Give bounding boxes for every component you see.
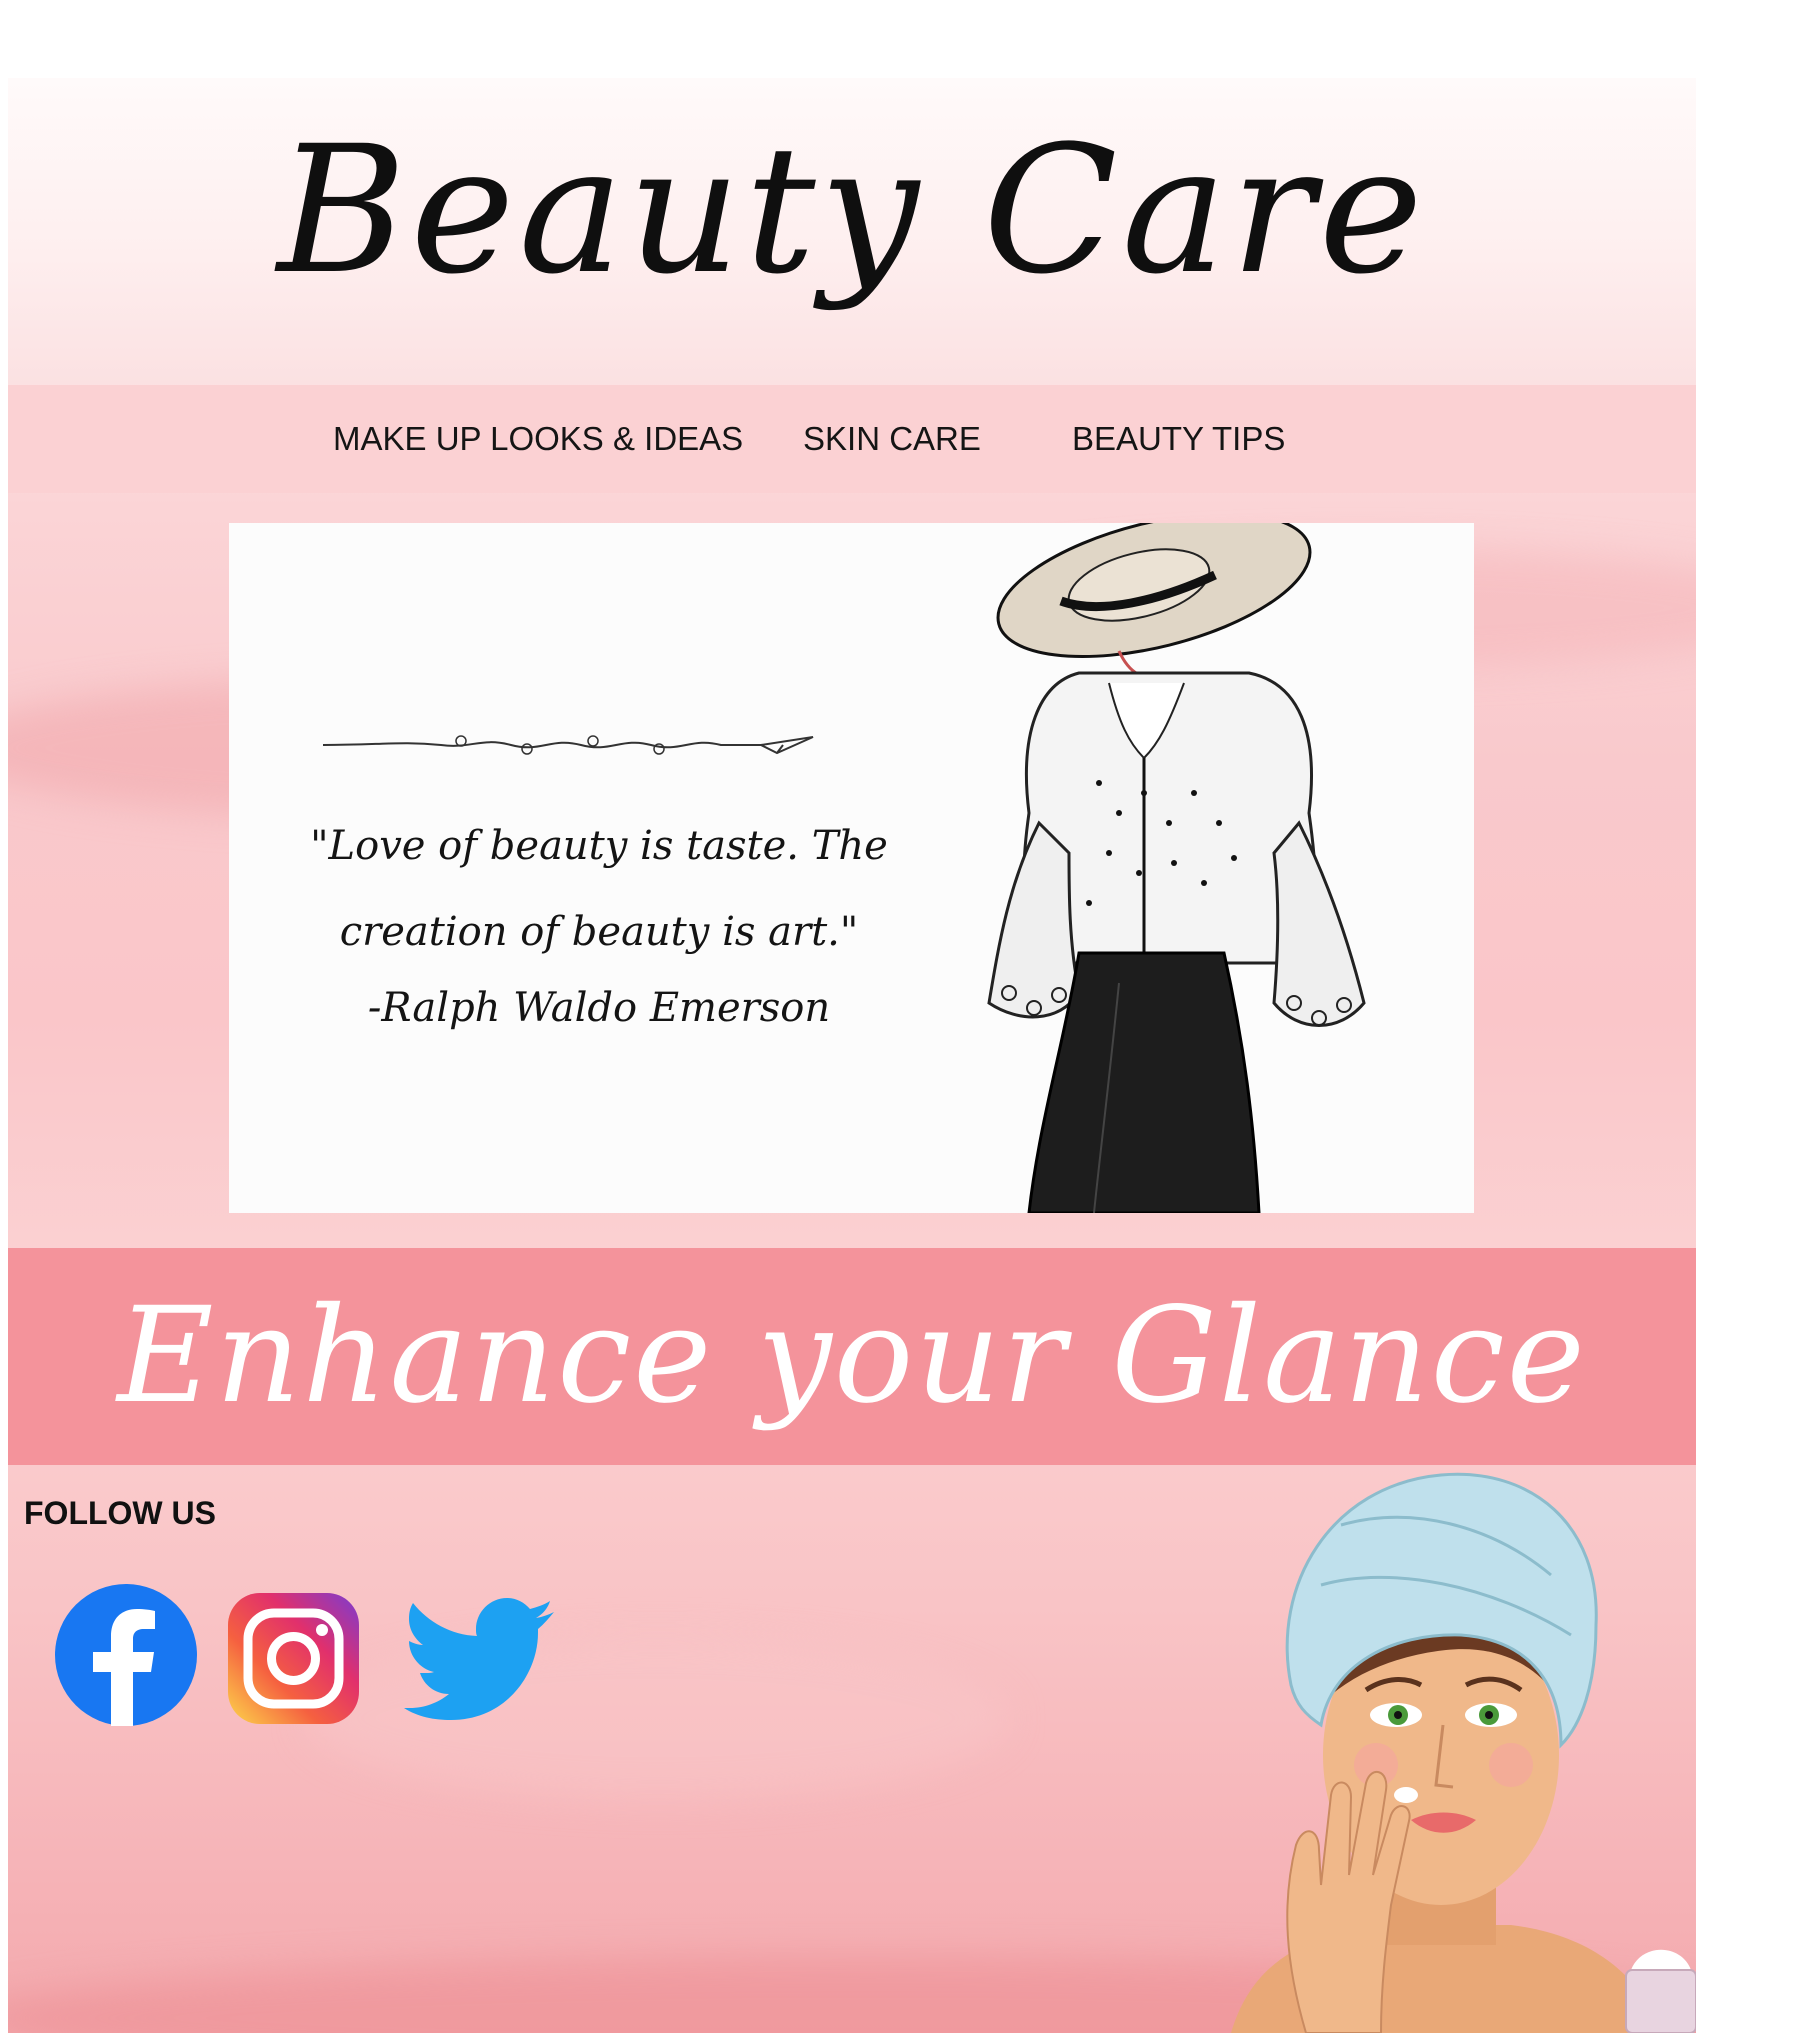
ornament-flourish-icon — [322, 735, 814, 755]
nav-item-makeup-looks[interactable]: MAKE UP LOOKS & IDEAS — [333, 415, 743, 463]
hero-quote-card: "Love of beauty is taste. The creation o… — [229, 523, 1474, 1213]
woman-skincare-illustration — [1231, 1472, 1696, 2033]
tagline-text: Enhance your Glance — [117, 1279, 1587, 1433]
quote-author: -Ralph Waldo Emerson — [367, 985, 831, 1031]
site-title: Beauty Care — [277, 108, 1427, 313]
facebook-icon[interactable] — [55, 1584, 197, 1726]
site-header: Beauty Care — [8, 78, 1696, 384]
main-nav: MAKE UP LOOKS & IDEAS SKIN CARE BEAUTY T… — [8, 385, 1696, 493]
instagram-icon[interactable] — [228, 1593, 359, 1724]
fashion-woman-illustration — [987, 523, 1366, 1213]
quote-text: "Love of beauty is taste. The creation o… — [310, 823, 888, 955]
page-background: Beauty Care MAKE UP LOOKS & IDEAS SKIN C… — [8, 78, 1696, 2033]
follow-us-heading: FOLLOW US — [24, 1495, 216, 1531]
nav-item-skin-care[interactable]: SKIN CARE — [803, 415, 981, 463]
twitter-icon[interactable] — [404, 1598, 554, 1720]
tagline-banner: Enhance your Glance — [8, 1248, 1696, 1465]
nav-item-beauty-tips[interactable]: BEAUTY TIPS — [1072, 415, 1285, 463]
